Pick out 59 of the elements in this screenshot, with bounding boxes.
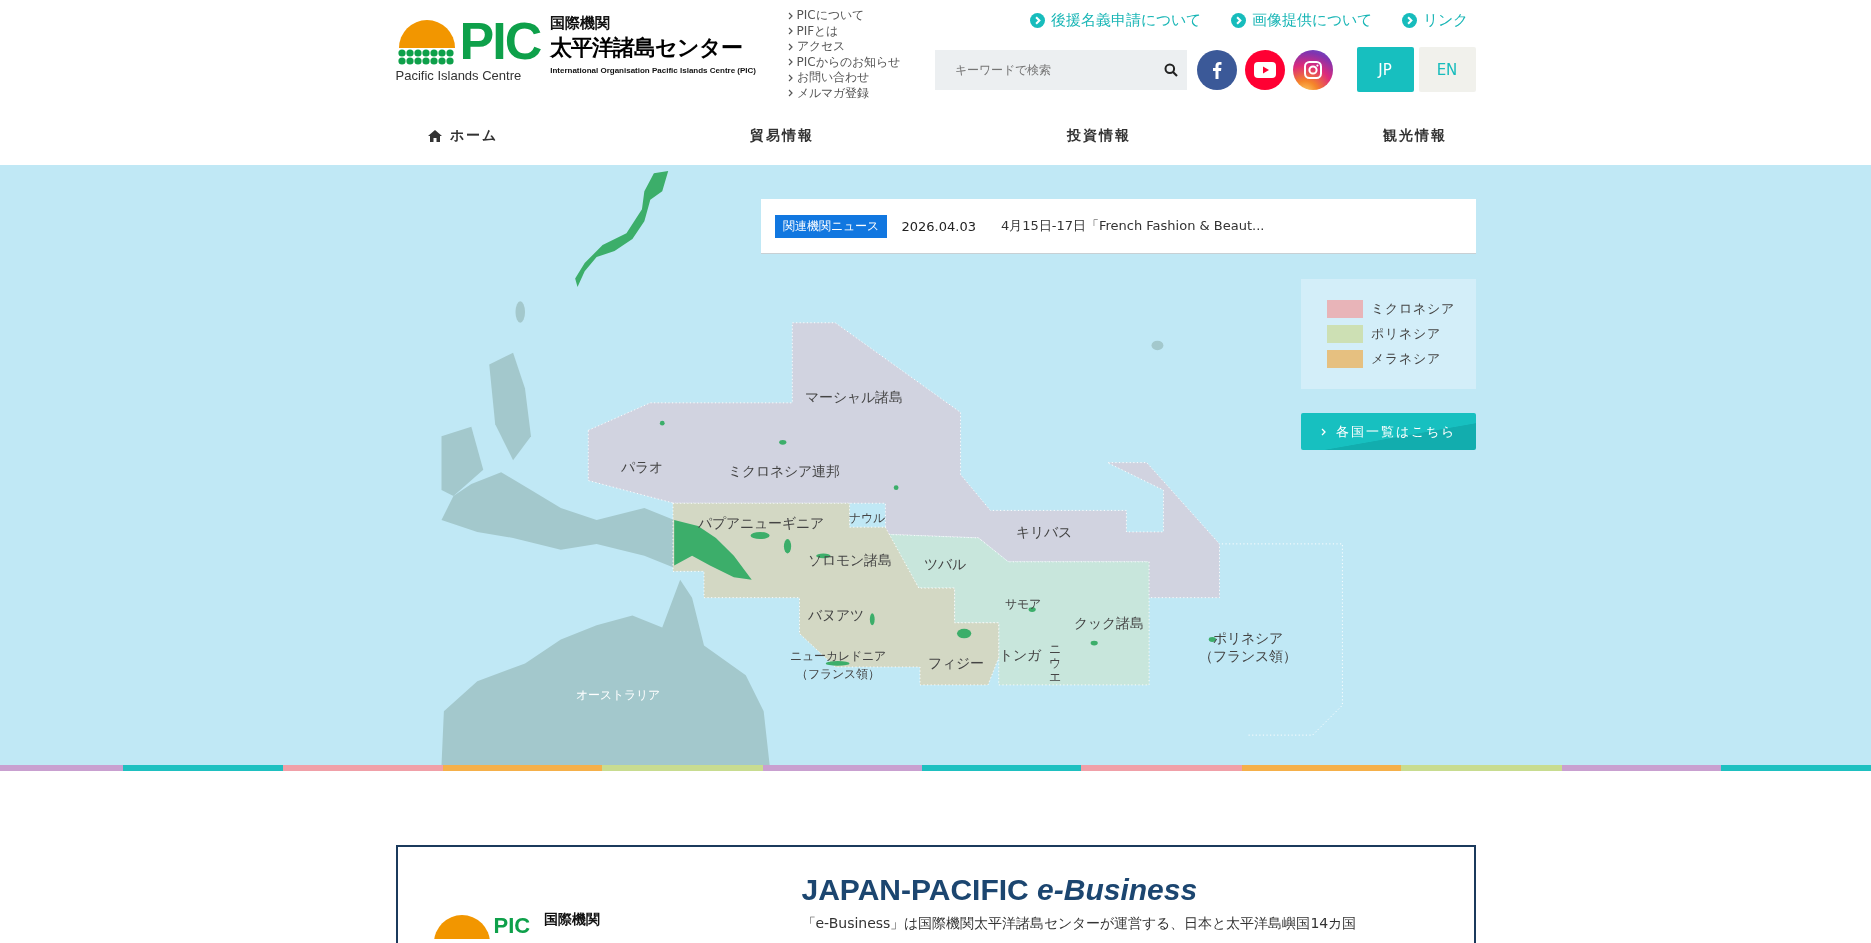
social-button[interactable]: [1196, 49, 1237, 90]
country-label[interactable]: フィジー: [927, 655, 984, 672]
country-label[interactable]: パプアニューギニア: [698, 515, 825, 532]
quick-link[interactable]: メルマガ登録: [796, 85, 869, 101]
search-button[interactable]: [1154, 49, 1187, 90]
country-label[interactable]: ポリネシア （フランス領）: [1199, 630, 1298, 664]
camera-icon: [1303, 60, 1322, 79]
logo-tagline: Pacific Islands Centre: [395, 68, 523, 83]
news-date: 2026.04.03: [901, 218, 976, 234]
quick-link[interactable]: PIFとは: [796, 23, 839, 39]
chevron-circle-icon: [1401, 13, 1417, 28]
country-label[interactable]: トンガ: [999, 646, 1042, 663]
country-label[interactable]: ナウル: [849, 511, 886, 526]
country-label[interactable]: キリバス: [1016, 523, 1073, 540]
social-button[interactable]: [1244, 49, 1285, 90]
island-shape: [515, 301, 526, 323]
nav-link[interactable]: 貿易情報: [750, 124, 815, 148]
quick-link[interactable]: お問い合わせ: [796, 70, 869, 86]
chevron-circle-icon: [1029, 13, 1045, 28]
quick-link[interactable]: PICからのお知らせ: [796, 54, 900, 70]
quick-link[interactable]: PICについて: [796, 8, 864, 24]
legend-label: ポリネシア: [1370, 325, 1441, 343]
logo-name: 太平洋諸島センター: [550, 34, 744, 62]
nav-link[interactable]: 投資情報: [1066, 124, 1131, 148]
country-label[interactable]: パラオ: [621, 459, 663, 476]
country-label[interactable]: クック諸島: [1073, 614, 1144, 631]
logo-mark: PIC: [493, 915, 531, 937]
country-label[interactable]: マーシャル諸島: [805, 388, 904, 405]
chevron-circle-icon: [1230, 13, 1246, 28]
country-label[interactable]: ニューカレドニア （フランス領）: [789, 648, 886, 681]
sun-logo-icon: [433, 915, 490, 939]
quick-link[interactable]: アクセス: [796, 39, 845, 55]
search-icon: [1163, 62, 1178, 77]
chevron-icon: [1320, 427, 1326, 436]
country-label[interactable]: ニウエ: [1048, 641, 1061, 685]
nav-link[interactable]: 観光情報: [1383, 124, 1448, 148]
social-button[interactable]: [1292, 49, 1333, 90]
news-link[interactable]: 4月15日-17日「French Fashion & Beaut...: [1000, 217, 1265, 235]
country-label[interactable]: バヌアツ: [808, 607, 865, 624]
play-icon: [1253, 61, 1276, 78]
logo-org-label: 国際機関: [550, 14, 612, 33]
legend-label: メラネシア: [1370, 350, 1441, 368]
search-field[interactable]: キーワードで検索: [934, 49, 1155, 90]
news-tag: 関連機関ニュース: [774, 214, 887, 238]
country-label[interactable]: ツバル: [924, 555, 967, 572]
country-label[interactable]: ソロモン諸島: [807, 552, 892, 569]
card-title: JAPAN-PACIFIC e-Business: [801, 873, 1199, 907]
card-text: 「e-Business」は国際機関太平洋諸島センターが運営する、日本と太平洋島嶼国14カ国: [801, 915, 1357, 933]
island-shape: [441, 426, 484, 497]
legend-label: ミクロネシア: [1370, 300, 1455, 318]
country-label[interactable]: ミクロネシア連邦: [728, 462, 840, 479]
nav-link[interactable]: ホーム: [427, 124, 498, 148]
logo-org-label: 国際機関: [544, 911, 601, 929]
logo-english-name: International Organisation Pacific Islands Centre (PIC): [550, 66, 756, 75]
country-label[interactable]: サモア: [1004, 597, 1041, 612]
island-shape: [1151, 340, 1164, 351]
home-icon: [427, 130, 442, 142]
logo-mark: PIC: [459, 16, 541, 66]
facebook-icon: [1211, 60, 1222, 79]
